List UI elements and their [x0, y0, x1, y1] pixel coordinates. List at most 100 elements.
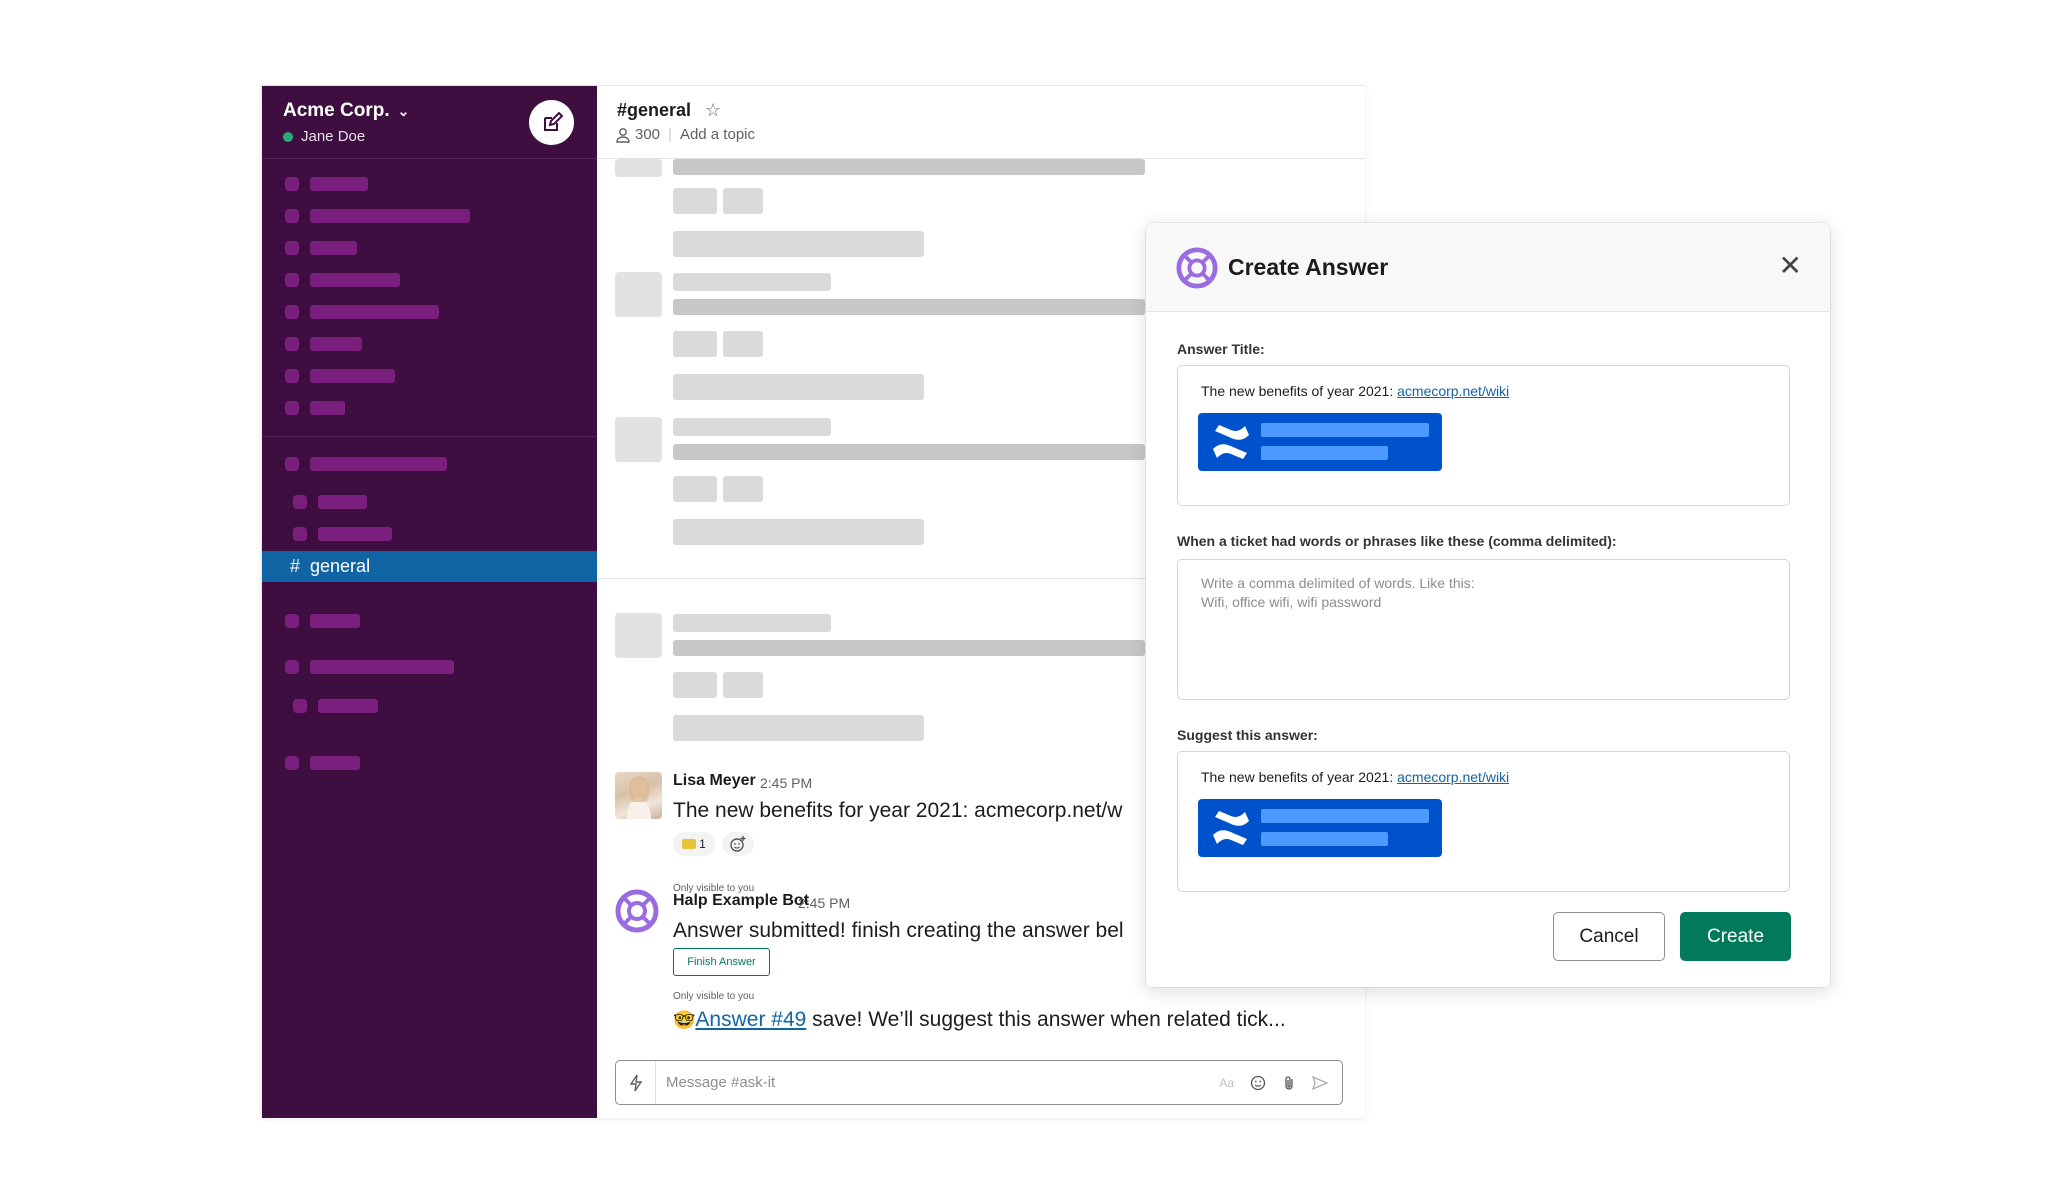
sidebar-placeholder-item[interactable]	[310, 273, 400, 287]
sidebar-placeholder-item[interactable]	[310, 401, 345, 415]
suggest-link[interactable]: acmecorp.net/wiki	[1397, 769, 1509, 785]
reaction-pill[interactable]: 1	[673, 832, 715, 856]
channel-header: #general ☆ 300 | Add a topic	[598, 86, 1365, 159]
suggest-value: The new benefits of year 2021: acmecorp.…	[1201, 769, 1509, 785]
sidebar: Acme Corp. ⌄ Jane Doe # general	[262, 86, 597, 1118]
text-placeholder	[673, 188, 717, 214]
create-answer-modal: Create Answer ✕ Answer Title: The new be…	[1146, 223, 1830, 987]
answer-title-link[interactable]: acmecorp.net/wiki	[1397, 383, 1509, 399]
text-placeholder	[723, 188, 763, 214]
text-placeholder	[673, 299, 1145, 315]
lightning-icon	[629, 1074, 642, 1091]
message-text: Answer submitted! finish creating the an…	[673, 919, 1124, 942]
hash-icon: #	[290, 556, 301, 576]
sidebar-placeholder-icon	[285, 305, 299, 319]
sidebar-placeholder-item[interactable]	[310, 614, 360, 628]
confluence-preview-card[interactable]	[1198, 413, 1442, 471]
sidebar-placeholder-item[interactable]	[310, 756, 360, 770]
avatar[interactable]	[615, 772, 662, 819]
message-composer[interactable]: Message #ask-it Aa	[615, 1060, 1343, 1105]
message-author[interactable]: Halp Example Bot	[673, 892, 809, 910]
meta-separator: |	[668, 126, 672, 143]
sidebar-placeholder-icon	[285, 177, 299, 191]
member-icon[interactable]	[615, 127, 631, 143]
sidebar-placeholder-icon	[285, 660, 299, 674]
avatar-placeholder	[615, 417, 662, 462]
attachment-icon[interactable]	[1282, 1075, 1296, 1091]
chevron-down-icon: ⌄	[397, 103, 410, 119]
message-text-tail: save! We’ll suggest this answer when rel…	[806, 1008, 1286, 1031]
sidebar-placeholder-item[interactable]	[310, 209, 470, 223]
halp-logo-icon[interactable]	[615, 889, 659, 938]
answer-title-label: Answer Title:	[1177, 341, 1265, 357]
add-reaction-button[interactable]	[722, 832, 754, 856]
user-name: Jane Doe	[301, 128, 366, 145]
keywords-textarea[interactable]: Write a comma delimited of words. Like t…	[1177, 559, 1790, 700]
text-placeholder	[673, 672, 717, 698]
workspace-header: Acme Corp. ⌄ Jane Doe	[262, 86, 597, 159]
answer-title-field[interactable]: The new benefits of year 2021: acmecorp.…	[1177, 365, 1790, 506]
message-time[interactable]: 2:45 PM	[760, 775, 812, 791]
format-button[interactable]: Aa	[1219, 1076, 1234, 1090]
compose-button[interactable]	[529, 100, 574, 145]
text-placeholder	[673, 273, 831, 291]
send-icon[interactable]	[1312, 1075, 1328, 1091]
sidebar-placeholder-item[interactable]	[310, 660, 454, 674]
sidebar-placeholder-item[interactable]	[318, 495, 367, 509]
add-topic-link[interactable]: Add a topic	[680, 126, 755, 143]
suggest-answer-field[interactable]: The new benefits of year 2021: acmecorp.…	[1177, 751, 1790, 892]
sidebar-item-general[interactable]: # general	[262, 551, 597, 582]
message-text: The new benefits for year 2021: acmecorp…	[673, 799, 1123, 822]
sidebar-placeholder-item[interactable]	[310, 369, 395, 383]
message-time[interactable]: 2:45 PM	[798, 895, 850, 911]
member-count[interactable]: 300	[635, 126, 660, 143]
sidebar-divider	[262, 436, 597, 437]
shortcuts-button[interactable]	[616, 1061, 656, 1104]
suggest-label: Suggest this answer:	[1177, 727, 1318, 743]
sidebar-placeholder-icon	[285, 401, 299, 415]
text-placeholder	[673, 231, 924, 257]
placeholder-line: Wifi, office wifi, wifi password	[1201, 594, 1382, 610]
channel-title[interactable]: #general ☆	[617, 100, 721, 121]
confluence-preview-card[interactable]	[1198, 799, 1442, 857]
text-placeholder	[673, 476, 717, 502]
sidebar-placeholder-item[interactable]	[310, 305, 439, 319]
keywords-label: When a ticket had words or phrases like …	[1177, 533, 1617, 549]
text-placeholder	[673, 444, 1145, 460]
finish-answer-button[interactable]: Finish Answer	[673, 948, 770, 976]
modal-header: Create Answer ✕	[1146, 223, 1830, 312]
presence-dot	[283, 131, 293, 142]
cancel-button[interactable]: Cancel	[1553, 912, 1665, 961]
answer-link[interactable]: Answer #49	[695, 1008, 806, 1031]
close-icon[interactable]: ✕	[1779, 249, 1802, 282]
message-input[interactable]: Message #ask-it	[666, 1074, 1219, 1091]
text-placeholder	[673, 519, 924, 545]
sidebar-placeholder-item[interactable]	[318, 699, 378, 713]
current-user: Jane Doe	[283, 128, 365, 145]
workspace-switcher[interactable]: Acme Corp. ⌄	[283, 100, 409, 122]
text-placeholder	[673, 715, 924, 741]
placeholder-line: Write a comma delimited of words. Like t…	[1201, 575, 1475, 591]
message-author[interactable]: Lisa Meyer	[673, 772, 756, 790]
sidebar-placeholder-item[interactable]	[310, 457, 447, 471]
star-icon[interactable]: ☆	[705, 100, 721, 121]
sidebar-placeholder-item[interactable]	[310, 177, 368, 191]
answer-title-text: The new benefits of year 2021:	[1201, 383, 1398, 399]
emoji-icon[interactable]	[1250, 1075, 1266, 1091]
sidebar-placeholder-item[interactable]	[318, 527, 392, 541]
sidebar-placeholder-icon	[285, 337, 299, 351]
visibility-note: Only visible to you	[673, 991, 755, 1002]
text-placeholder	[723, 672, 763, 698]
compose-icon	[543, 111, 563, 131]
sidebar-placeholder-item[interactable]	[310, 337, 362, 351]
composer-tools: Aa	[1219, 1075, 1328, 1091]
sidebar-placeholder-icon	[285, 241, 299, 255]
sidebar-placeholder-icon	[285, 209, 299, 223]
sidebar-placeholder-icon	[285, 369, 299, 383]
message-text: 🤓Answer #49 save! We’ll suggest this ans…	[673, 1008, 1286, 1032]
sunglasses-emoji-icon	[682, 839, 697, 849]
create-button[interactable]: Create	[1680, 912, 1791, 961]
sidebar-placeholder-item[interactable]	[310, 241, 357, 255]
sidebar-placeholder-icon	[285, 457, 299, 471]
text-placeholder	[673, 640, 1145, 656]
